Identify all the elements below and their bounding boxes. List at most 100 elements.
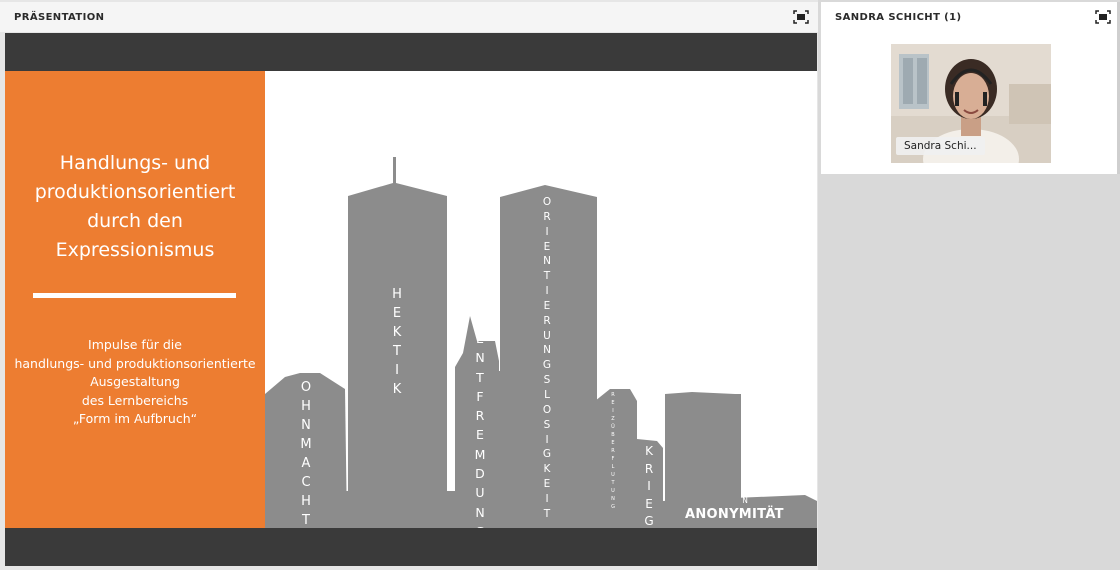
skyline-word-letter: E [392, 306, 402, 321]
presentation-pod: PRÄSENTATION Handlungs- und produktionso… [0, 0, 818, 570]
skyline-word-letter: N [543, 344, 551, 357]
skyline-word-letter: R [611, 392, 615, 398]
skyline-word-letter: G [644, 514, 654, 528]
participant-name-tag: Sandra Schi... [896, 137, 985, 155]
title-divider [33, 293, 236, 298]
skyline-word-letter: I [743, 473, 747, 483]
skyline-word-letter: K [645, 444, 653, 458]
skyline-word-letter: M [474, 446, 486, 462]
skyline-word-letter: H [301, 494, 311, 509]
skyline-word-letter: E [543, 299, 551, 312]
skyline-word-letter: F [611, 456, 615, 462]
skyline-word-letter: A [742, 450, 748, 460]
maximize-icon[interactable] [1094, 9, 1112, 25]
slide-subtitle-line: handlungs- und produktionsorientierte [14, 355, 256, 371]
slide-title-panel: Handlungs- und produktionsorientiert dur… [5, 71, 265, 528]
skyline-word-letter: R [543, 210, 551, 223]
maximize-icon[interactable] [792, 9, 810, 25]
skyline-word-letter: I [743, 406, 747, 415]
word-isolation: ISOLATION [739, 405, 751, 506]
skyline-word-letter: T [393, 344, 401, 359]
skyline-word-letter: O [742, 428, 748, 438]
skyline-word-letter: E [611, 440, 615, 446]
skyline-word-letter: N [611, 496, 615, 502]
slide-subtitle-line: „Form im Aufbruch“ [72, 411, 198, 426]
word-ohnmacht: OHNMACHT [296, 378, 316, 528]
skyline-word-letter: G [470, 522, 490, 528]
skyline-word-letter: R [475, 408, 485, 424]
slide-content: Handlungs- und produktionsorientiert dur… [5, 71, 817, 528]
slide-title-line: produktionsorientiert [34, 181, 236, 203]
slide-subtitle-line: Ausgestaltung [90, 374, 180, 389]
skyline-word-letter: T [742, 462, 748, 472]
skyline-word-letter: S [742, 417, 748, 427]
skyline-word-letter: G [542, 448, 552, 461]
skyline-word-letter: O [300, 380, 312, 395]
skyline-word-letter: F [476, 388, 484, 404]
skyline-word-letter: N [543, 255, 551, 268]
skyline-word-letter: R [611, 448, 615, 454]
slide-area: Handlungs- und produktionsorientiert dur… [5, 33, 817, 566]
skyline-word-letter: R [543, 314, 551, 327]
presentation-pod-header: PRÄSENTATION [0, 2, 818, 32]
camera-pod-title: SANDRA SCHICHT (1) [835, 11, 962, 23]
skyline-word-letter: N [742, 495, 748, 505]
skyline-word-letter: R [644, 461, 654, 476]
word-reizueberflutung: REIZÜBERFLUTUNG [605, 391, 621, 511]
word-anonymitaet: ANONYMITÄT [685, 507, 784, 522]
skyline-word-letter: B [611, 432, 615, 438]
skyline-word-letter: N [301, 418, 311, 433]
skyline-word-letter: I [545, 433, 549, 446]
skyline-word-letter: I [612, 408, 614, 414]
slide-subtitle: Impulse für die handlungs- und produktio… [5, 336, 265, 429]
slide-subtitle-line: Impulse für die [88, 337, 182, 352]
skyline-word-letter: I [545, 492, 549, 505]
slide-title-line: Handlungs- und [59, 152, 211, 174]
skyline-word-letter: S [543, 374, 551, 387]
skyline-word-letter: U [611, 472, 615, 478]
skyline-word-letter: H [301, 399, 311, 414]
skyline-word-letter: T [543, 270, 551, 283]
skyline-word-letter: K [392, 325, 402, 340]
skyline-illustration: OHNMACHT HEKTIK ENTFREMDUNG ORIENTIERUNG… [265, 71, 817, 528]
skyline-word-letter: G [542, 359, 552, 372]
skyline-word-letter: T [611, 480, 615, 486]
skyline-word-letter: L [611, 464, 615, 470]
participant-video[interactable]: Sandra Schi... [891, 44, 1051, 163]
skyline-word-letter: O [542, 403, 552, 416]
skyline-word-letter: E [476, 427, 484, 443]
skyline-word-letter: E [645, 496, 653, 511]
skyline-word-letter: N [475, 350, 485, 366]
skyline-word-letter: E [476, 331, 484, 346]
skyline-word-letter: I [545, 225, 549, 238]
skyline-word-letter: E [611, 400, 615, 406]
presentation-pod-title: PRÄSENTATION [14, 11, 105, 23]
skyline-word-letter: E [543, 240, 551, 253]
skyline-word-letter: E [543, 478, 551, 491]
skyline-word-letter: L [544, 388, 550, 401]
skyline-word-letter: T [476, 369, 484, 385]
skyline-word-letter: U [543, 329, 551, 342]
skyline-word-letter: C [301, 475, 311, 490]
skyline-word-letter: K [392, 382, 402, 397]
word-orientierungslosigkeit: ORIENTIERUNGSLOSIGKEIT [537, 195, 557, 522]
skyline-word-letter: Ü [611, 424, 615, 430]
skyline-word-letter: U [611, 488, 615, 494]
skyline-word-letter: Z [611, 416, 615, 422]
camera-pod: SANDRA SCHICHT (1) Sandra Schi... [821, 2, 1120, 174]
skyline-word-letter: O [742, 484, 748, 494]
skyline-word-letter: N [475, 504, 485, 520]
word-krieg: KRIEG [639, 443, 659, 528]
word-entfremdung: ENTFREMDUNG [470, 329, 490, 528]
slide-subtitle-line: des Lernbereichs [81, 392, 189, 408]
skyline-word-letter: G [611, 504, 615, 510]
skyline-word-letter: H [392, 287, 402, 302]
building-base [345, 491, 455, 528]
skyline-word-letter: S [543, 418, 551, 431]
skyline-word-letter: L [742, 439, 748, 449]
skyline-word-letter: O [542, 196, 552, 208]
skyline-word-letter: U [475, 485, 485, 501]
skyline-word-letter: K [543, 463, 551, 476]
slide-title-line: Expressionismus [55, 239, 215, 261]
skyline-word-letter: A [301, 456, 311, 471]
